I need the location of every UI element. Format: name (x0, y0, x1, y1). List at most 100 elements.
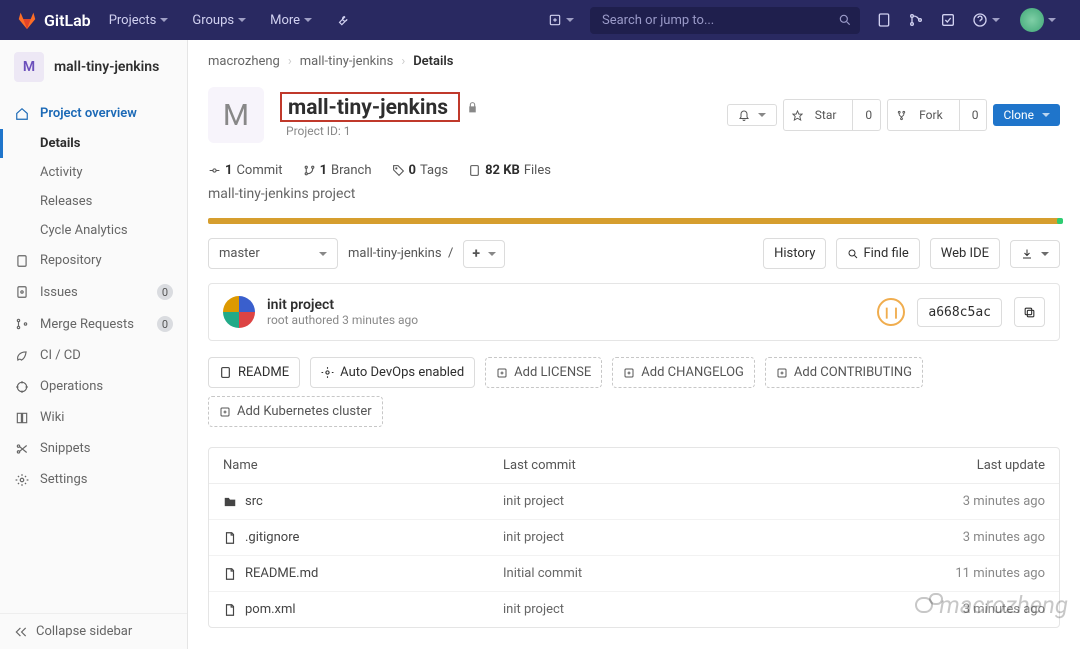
sidebar-item-ops[interactable]: Operations (0, 371, 187, 402)
commit-meta: root authored 3 minutes ago (267, 313, 418, 327)
project-avatar-large: M (208, 87, 264, 143)
table-row[interactable]: srcinit project3 minutes ago (209, 484, 1059, 520)
sidebar-item-cicd[interactable]: CI / CD (0, 340, 187, 371)
breadcrumb: macrozheng › mall-tiny-jenkins › Details (188, 40, 1080, 83)
doc-icon (14, 254, 30, 268)
home-icon (14, 107, 30, 121)
sidebar-item-settings[interactable]: Settings (0, 464, 187, 495)
doc-icon (219, 366, 232, 379)
branch-select[interactable]: master (208, 238, 338, 269)
history-button[interactable]: History (763, 238, 826, 269)
file-commit[interactable]: init project (503, 494, 905, 509)
file-name: pom.xml (245, 602, 296, 617)
project-description: mall-tiny-jenkins project (188, 186, 1080, 218)
nav-projects[interactable]: Projects (99, 7, 179, 34)
pipeline-status-icon[interactable]: ❙❙ (877, 298, 905, 326)
file-commit[interactable]: init project (503, 530, 905, 545)
sidebar-item-wiki[interactable]: Wiki (0, 402, 187, 433)
nav-wrench-icon[interactable] (326, 7, 360, 33)
crumb-owner[interactable]: macrozheng (208, 54, 280, 69)
chevron-down-icon (238, 18, 246, 22)
user-menu[interactable] (1008, 2, 1064, 38)
file-update: 3 minutes ago (905, 602, 1045, 617)
chevron-down-icon (566, 18, 574, 22)
search-wrap (590, 7, 860, 34)
search-input[interactable] (590, 7, 860, 34)
commit-avatar (223, 296, 255, 328)
file-toolbar: master mall-tiny-jenkins / + History Fin… (188, 238, 1080, 283)
chevron-down-icon (319, 252, 327, 256)
file-name: README.md (245, 566, 318, 581)
stat-tags[interactable]: 0Tags (392, 163, 449, 178)
stat-commits[interactable]: 1Commit (208, 163, 283, 178)
download-button[interactable] (1010, 240, 1060, 268)
download-icon (1021, 248, 1033, 260)
add-contributing-button[interactable]: Add CONTRIBUTING (765, 357, 923, 388)
search-icon[interactable] (838, 12, 852, 28)
notification-dropdown[interactable] (727, 104, 777, 126)
nav-more[interactable]: More (260, 7, 322, 34)
crumb-page: Details (413, 54, 453, 69)
plus-icon (496, 367, 508, 379)
chevron-down-icon (992, 18, 1000, 22)
issues-icon[interactable] (868, 6, 900, 34)
webide-button[interactable]: Web IDE (930, 238, 1000, 269)
file-commit[interactable]: init project (503, 602, 905, 617)
issues-icon (14, 285, 30, 299)
issues-count: 0 (157, 284, 173, 300)
files-icon (468, 164, 481, 177)
commit-sha[interactable]: a668c5ac (917, 298, 1002, 327)
sidebar-item-overview[interactable]: Project overview (0, 98, 187, 129)
th-commit: Last commit (503, 458, 905, 473)
file-icon (223, 567, 237, 581)
new-dropdown-icon[interactable] (540, 7, 582, 33)
crumb-project[interactable]: mall-tiny-jenkins (300, 54, 394, 69)
clone-button[interactable]: Clone (993, 104, 1060, 126)
file-table: Name Last commit Last update src init pro… (208, 447, 1060, 628)
brand-text: GitLab (44, 11, 91, 30)
file-table-head: Name Last commit Last update (209, 448, 1059, 484)
sidebar-item-snippets[interactable]: Snippets (0, 433, 187, 464)
path-segment[interactable]: mall-tiny-jenkins / (348, 246, 453, 261)
gitlab-logo[interactable]: GitLab (16, 9, 91, 31)
file-icon (223, 531, 237, 545)
add-k8s-button[interactable]: Add Kubernetes cluster (208, 396, 383, 427)
sidebar-project-header[interactable]: M mall-tiny-jenkins (0, 40, 187, 94)
add-file-button[interactable]: + (463, 240, 505, 268)
project-title: mall-tiny-jenkins (288, 96, 448, 120)
table-row[interactable]: .gitignoreinit project3 minutes ago (209, 520, 1059, 556)
todos-icon[interactable] (932, 6, 964, 34)
table-row[interactable]: pom.xml init project3 minutes ago (209, 592, 1059, 627)
stat-files[interactable]: 82 KBFiles (468, 163, 551, 178)
merge-icon[interactable] (900, 6, 932, 34)
add-license-button[interactable]: Add LICENSE (485, 357, 602, 388)
plus-icon (219, 406, 231, 418)
readme-button[interactable]: README (208, 357, 300, 388)
nav-groups[interactable]: Groups (182, 7, 256, 34)
file-update: 3 minutes ago (905, 530, 1045, 545)
stat-branches[interactable]: 1Branch (303, 163, 372, 178)
search-icon (847, 248, 859, 260)
subitem-activity[interactable]: Activity (0, 158, 187, 187)
chevron-down-icon (1048, 18, 1056, 22)
file-name: src (245, 494, 263, 509)
collapse-sidebar[interactable]: Collapse sidebar (0, 613, 187, 649)
subitem-releases[interactable]: Releases (0, 187, 187, 216)
sidebar-item-issues[interactable]: Issues0 (0, 276, 187, 308)
copy-sha-button[interactable] (1014, 297, 1045, 327)
commit-title[interactable]: init project (267, 297, 418, 313)
autodevops-button[interactable]: Auto DevOps enabled (310, 357, 475, 388)
star-button[interactable]: Star0 (783, 99, 881, 131)
sidebar-item-repository[interactable]: Repository (0, 245, 187, 276)
find-file-button[interactable]: Find file (836, 238, 919, 269)
sidebar-item-mrs[interactable]: Merge Requests0 (0, 308, 187, 340)
subitem-details[interactable]: Details (0, 129, 187, 158)
subitem-cycle[interactable]: Cycle Analytics (0, 216, 187, 245)
chevron-down-icon (758, 113, 766, 117)
file-commit[interactable]: Initial commit (503, 566, 905, 581)
add-changelog-button[interactable]: Add CHANGELOG (612, 357, 755, 388)
help-icon[interactable] (964, 6, 1008, 34)
fork-button[interactable]: Fork0 (887, 99, 987, 131)
table-row[interactable]: README.mdInitial commit11 minutes ago (209, 556, 1059, 592)
project-header: M mall-tiny-jenkins Project ID: 1 Star0 … (188, 83, 1080, 153)
